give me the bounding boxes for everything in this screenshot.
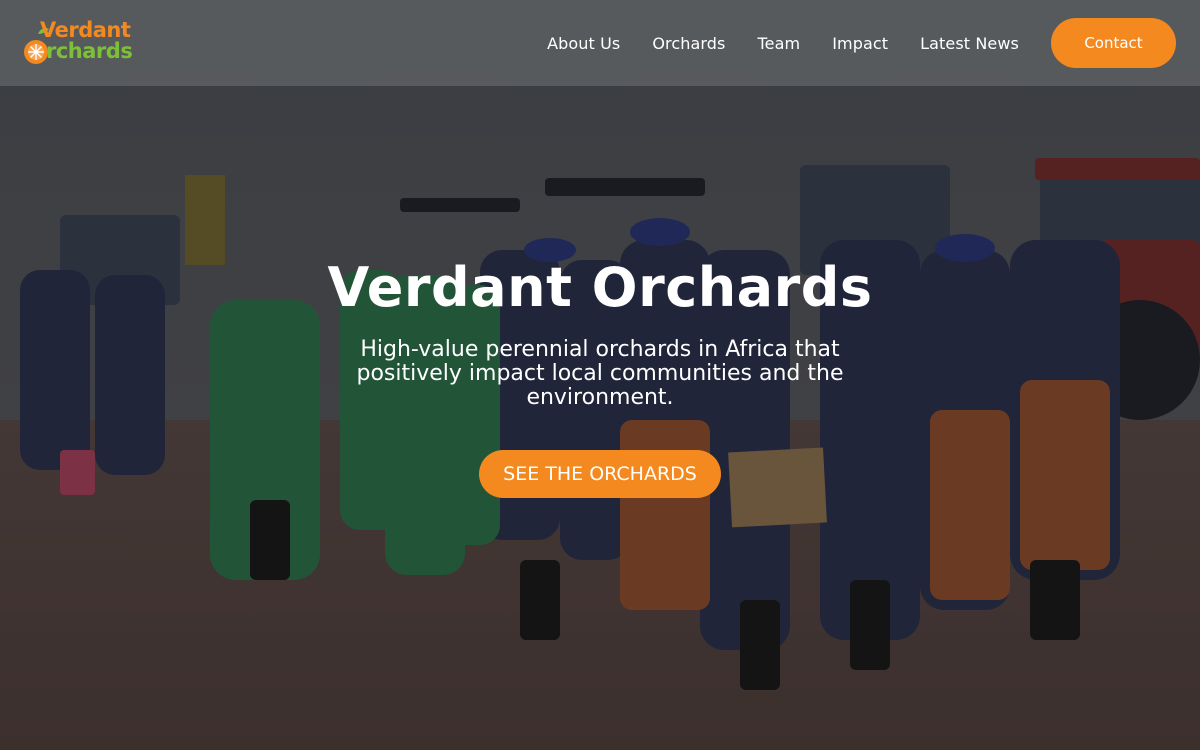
see-the-orchards-button[interactable]: SEE THE ORCHARDS — [479, 450, 721, 498]
hero-subtitle: High-value perennial orchards in Africa … — [356, 337, 844, 410]
brand-logo[interactable]: Verdant rchards — [22, 18, 152, 68]
nav-link-latest-news[interactable]: Latest News — [920, 34, 1019, 53]
hero-title: Verdant Orchards — [327, 256, 873, 319]
nav-link-about-us[interactable]: About Us — [547, 34, 620, 53]
nav-link-team[interactable]: Team — [757, 34, 800, 53]
brand-name-line2: rchards — [46, 39, 133, 63]
primary-nav: About Us Orchards Team Impact Latest New… — [515, 0, 1200, 86]
hero-section: Verdant Orchards High-value perennial or… — [0, 250, 1200, 498]
nav-link-orchards[interactable]: Orchards — [652, 34, 725, 53]
contact-button[interactable]: Contact — [1051, 18, 1176, 68]
navbar: Verdant rchards About Us Orchards Team I… — [0, 0, 1200, 86]
nav-link-impact[interactable]: Impact — [832, 34, 888, 53]
